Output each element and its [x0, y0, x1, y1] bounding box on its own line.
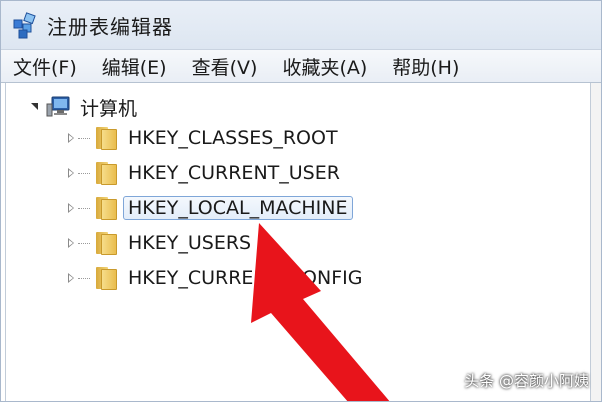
tree-node-label: HKEY_CURRENT_CONFIG [128, 267, 363, 289]
values-pane-edge [591, 83, 601, 401]
folder-icon [92, 125, 118, 151]
tree-node-hkey-local-machine[interactable]: HKEY_LOCAL_MACHINE [66, 192, 353, 224]
folder-icon [92, 195, 118, 221]
expand-arrow-icon[interactable] [66, 167, 76, 179]
menu-view[interactable]: 查看(V) [192, 53, 258, 80]
expand-arrow-icon[interactable] [66, 132, 76, 144]
tree-connector [78, 242, 90, 244]
expand-arrow-icon[interactable] [66, 202, 76, 214]
registry-editor-window: 注册表编辑器 文件(F) 编辑(E) 查看(V) 收藏夹(A) 帮助(H) 计算… [0, 0, 602, 402]
expand-arrow-icon[interactable] [66, 237, 76, 249]
expand-arrow-icon[interactable] [66, 272, 76, 284]
menu-favorites[interactable]: 收藏夹(A) [282, 53, 367, 80]
watermark: 头条 @容颜小阿姨 [464, 372, 589, 390]
tree-node-hkey-classes-root[interactable]: HKEY_CLASSES_ROOT [66, 122, 338, 154]
menu-bar: 文件(F) 编辑(E) 查看(V) 收藏夹(A) 帮助(H) [1, 49, 601, 83]
window-title: 注册表编辑器 [47, 14, 173, 39]
tree-node-label: HKEY_CURRENT_USER [128, 162, 340, 184]
tree-node-hkey-users[interactable]: HKEY_USERS [66, 227, 251, 259]
tree-node-hkey-current-config[interactable]: HKEY_CURRENT_CONFIG [66, 262, 362, 294]
tree-node-hkey-current-user[interactable]: HKEY_CURRENT_USER [66, 157, 340, 189]
menu-help[interactable]: 帮助(H) [392, 53, 459, 80]
tree-connector [78, 172, 90, 174]
tree-node-label: HKEY_CLASSES_ROOT [128, 127, 338, 149]
collapse-arrow-icon[interactable] [30, 102, 40, 112]
tree-node-label: 计算机 [80, 97, 138, 120]
tree-connector [78, 137, 90, 139]
folder-icon [92, 160, 118, 186]
tree-connector [78, 207, 90, 209]
folder-icon [92, 230, 118, 256]
tree-node-label: HKEY_USERS [128, 232, 252, 254]
registry-tree[interactable]: 计算机 HKEY_CLASSES_ROOT HKEY_CURRENT_USER … [5, 83, 591, 401]
folder-icon [92, 265, 118, 291]
title-bar: 注册表编辑器 [1, 1, 601, 49]
tree-connector [78, 277, 90, 279]
tree-node-computer[interactable]: 计算机 [30, 93, 137, 121]
registry-editor-icon [11, 10, 41, 40]
menu-file[interactable]: 文件(F) [13, 53, 77, 80]
computer-icon [46, 95, 72, 119]
tree-node-label: HKEY_LOCAL_MACHINE [123, 196, 353, 220]
menu-edit[interactable]: 编辑(E) [102, 53, 167, 80]
